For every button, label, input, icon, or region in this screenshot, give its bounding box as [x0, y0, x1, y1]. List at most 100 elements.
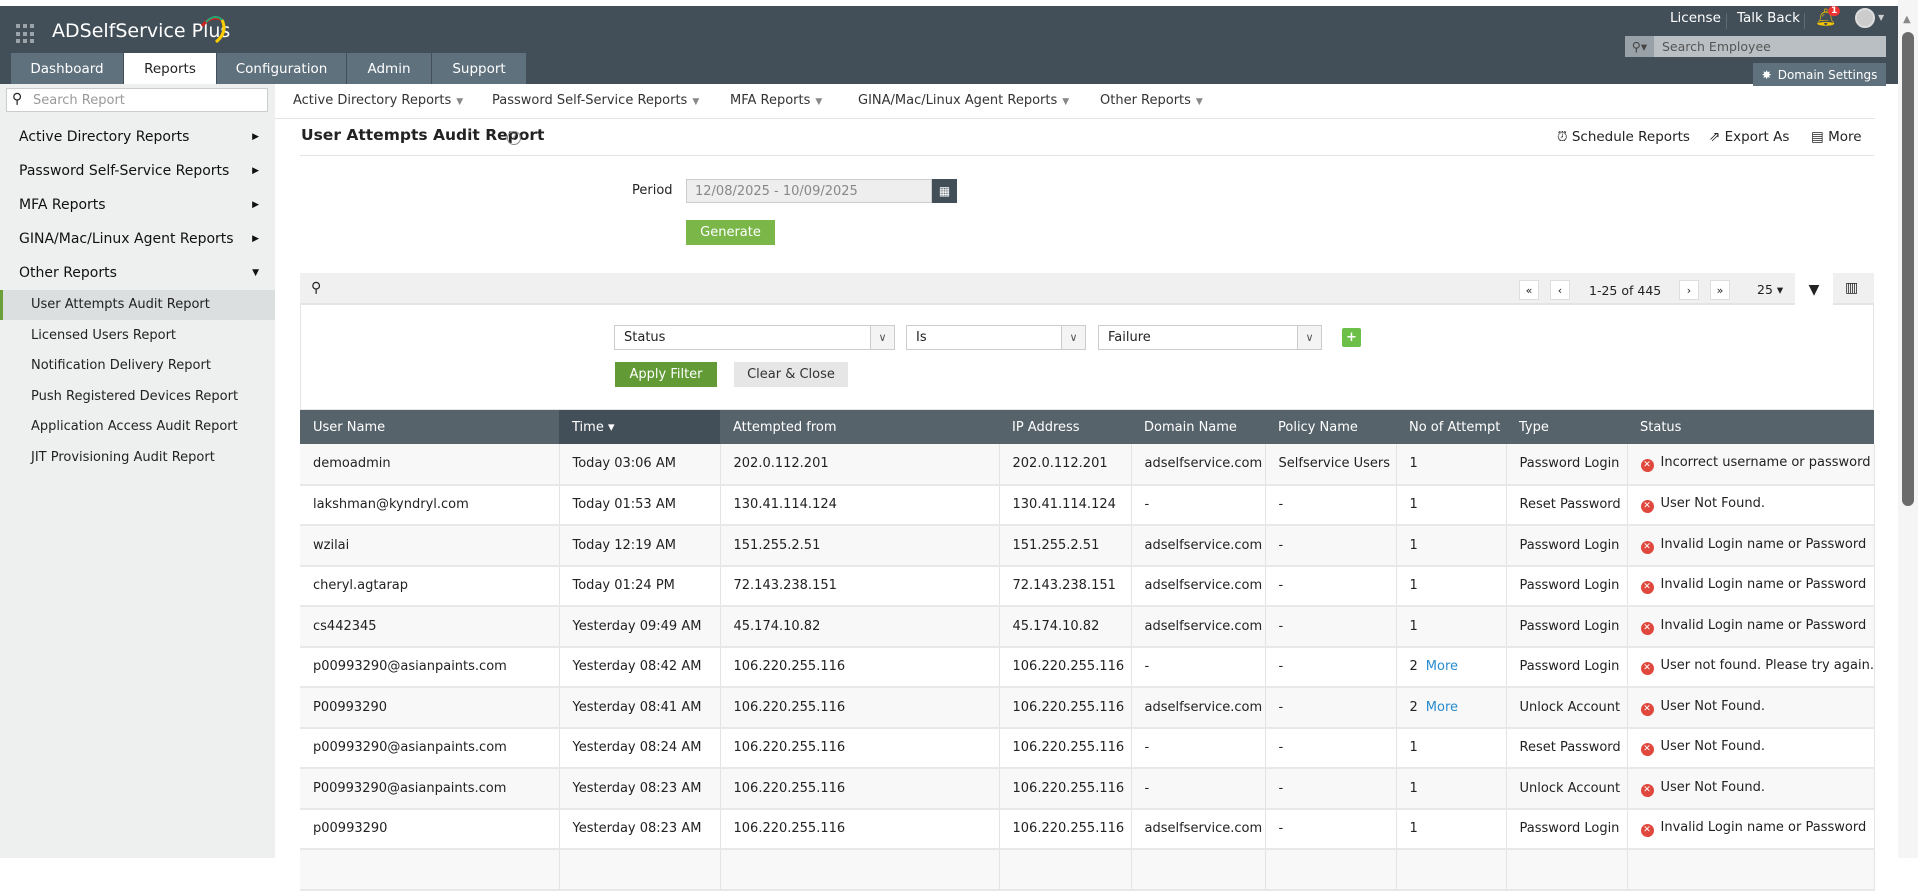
period-input[interactable]: 12/08/2025 - 10/09/2025	[686, 179, 932, 203]
error-icon: ✕	[1640, 783, 1654, 797]
calendar-icon[interactable]: ▦	[932, 179, 957, 203]
sidebar-item-mfa-reports[interactable]: MFA Reports ▶	[19, 197, 259, 213]
tab-support[interactable]: Support	[432, 53, 527, 84]
column-header[interactable]: No of Attempt	[1396, 410, 1506, 444]
user-avatar-icon[interactable]	[1855, 8, 1875, 28]
table-cell	[300, 849, 560, 891]
table-cell	[720, 849, 1000, 891]
app-grid-icon[interactable]	[16, 24, 36, 44]
table-cell: ✕ User Not Found.	[1627, 727, 1875, 769]
error-icon: ✕	[1640, 500, 1654, 514]
tab-reports[interactable]: Reports	[124, 53, 217, 84]
table-row[interactable]: p00993290@asianpaints.com Yesterday 08:42…	[300, 646, 1875, 688]
scrollbar-thumb[interactable]	[1902, 32, 1914, 506]
column-header[interactable]: User Name	[300, 410, 559, 444]
filter-icon[interactable]: ▼	[1795, 273, 1833, 306]
clear-close-button[interactable]: Clear & Close	[734, 362, 848, 387]
topnav-active-directory-reports[interactable]: Active Directory Reports ▼	[293, 93, 463, 108]
topnav-gina-reports[interactable]: GINA/Mac/Linux Agent Reports ▼	[858, 93, 1069, 108]
sidebar-item-user-attempts-audit-report[interactable]: User Attempts Audit Report	[31, 297, 210, 312]
filter-value-select[interactable]: Failure ∨	[1098, 325, 1322, 350]
help-icon[interactable]: ?	[507, 131, 521, 145]
export-as-button[interactable]: ⇗ Export As	[1709, 129, 1789, 145]
sidebar-item-notification-delivery-report[interactable]: Notification Delivery Report	[31, 358, 211, 373]
license-link[interactable]: License	[1670, 10, 1721, 26]
table-search-icon[interactable]: ⚲	[311, 280, 321, 296]
sidebar-item-push-registered-devices-report[interactable]: Push Registered Devices Report	[31, 389, 238, 404]
error-icon: ✕	[1640, 702, 1654, 716]
domain-settings-button[interactable]: ✸ Domain Settings	[1753, 63, 1886, 86]
column-header[interactable]: Attempted from	[720, 410, 999, 444]
sidebar-item-licensed-users-report[interactable]: Licensed Users Report	[31, 328, 176, 343]
column-header[interactable]: Type	[1506, 410, 1627, 444]
table-row[interactable]: lakshman@kyndryl.com Today 01:53 AM 130.41…	[300, 484, 1875, 526]
search-employee-input[interactable]: ⚲▾ Search Employee	[1625, 36, 1886, 57]
table-row[interactable]: p00993290 Yesterday 08:23 AM 106.220.255.1…	[300, 808, 1875, 850]
column-settings-icon[interactable]: ▥	[1845, 280, 1858, 296]
sidebar-item-active-directory-reports[interactable]: Active Directory Reports ▶	[19, 129, 259, 145]
topnav-other-reports[interactable]: Other Reports ▼	[1100, 93, 1203, 108]
table-cell: Yesterday 08:23 AM	[559, 808, 721, 850]
apply-filter-button[interactable]: Apply Filter	[615, 362, 717, 387]
table-cell: 151.255.2.51	[999, 525, 1132, 567]
table-cell: p00993290@asianpaints.com	[300, 727, 560, 769]
sidebar-item-application-access-audit-report[interactable]: Application Access Audit Report	[31, 419, 238, 434]
last-page-button[interactable]: »	[1710, 280, 1730, 300]
filter-operator-select[interactable]: Is ∨	[906, 325, 1086, 350]
talk-back-link[interactable]: Talk Back	[1737, 10, 1800, 26]
search-icon[interactable]: ⚲▾	[1625, 36, 1654, 57]
table-cell: -	[1265, 687, 1397, 729]
schedule-reports-button[interactable]: ⏰︎ Schedule Reports	[1557, 129, 1690, 145]
add-filter-button[interactable]: +	[1342, 328, 1361, 347]
table-cell: Password Login	[1506, 565, 1628, 607]
first-page-button[interactable]: «	[1519, 280, 1539, 300]
divider	[1726, 13, 1727, 29]
table-cell: Password Login	[1506, 525, 1628, 567]
column-header[interactable]: Policy Name	[1265, 410, 1396, 444]
column-header[interactable]: Status	[1627, 410, 1874, 444]
table-row[interactable]: cs442345 Yesterday 09:49 AM 45.174.10.82 45…	[300, 606, 1875, 648]
table-row[interactable]: p00993290@asianpaints.com Yesterday 08:24…	[300, 727, 1875, 769]
table-row[interactable]: cheryl.agtarap Today 01:24 PM 72.143.238.1…	[300, 565, 1875, 607]
search-report-input[interactable]: ⚲ Search Report	[6, 88, 268, 112]
more-link[interactable]: More	[1426, 659, 1458, 674]
more-button[interactable]: ▤ More	[1811, 129, 1862, 145]
table-cell: 106.220.255.116	[720, 646, 1000, 688]
table-cell: Yesterday 08:41 AM	[559, 687, 721, 729]
chevron-down-icon: ∨	[1297, 326, 1321, 349]
prev-page-button[interactable]: ‹	[1550, 280, 1570, 300]
table-row[interactable]: demoadmin Today 03:06 AM 202.0.112.201 202.…	[300, 444, 1875, 486]
tab-admin[interactable]: Admin	[347, 53, 432, 84]
table-cell: 1	[1396, 808, 1507, 850]
column-header[interactable]: Domain Name	[1131, 410, 1265, 444]
table-row[interactable]: P00993290 Yesterday 08:41 AM 106.220.255.1…	[300, 687, 1875, 729]
table-cell	[1396, 849, 1507, 891]
sidebar-item-other-reports[interactable]: Other Reports ▼	[19, 265, 259, 281]
topnav-mfa-reports[interactable]: MFA Reports ▼	[730, 93, 822, 108]
table-cell: 1	[1396, 525, 1507, 567]
table-row[interactable]: P00993290@asianpaints.com Yesterday 08:23…	[300, 768, 1875, 810]
next-page-button[interactable]: ›	[1679, 280, 1699, 300]
chevron-down-icon[interactable]: ▼	[1878, 13, 1884, 22]
scrollbar[interactable]: ▲	[1898, 0, 1918, 858]
topnav-password-self-service-reports[interactable]: Password Self-Service Reports ▼	[492, 93, 699, 108]
table-cell: 202.0.112.201	[720, 444, 1000, 486]
table-row[interactable]	[300, 849, 1875, 891]
table-cell	[559, 849, 721, 891]
page-size-select[interactable]: 25 ▾	[1757, 282, 1783, 297]
table-row[interactable]: wzilai Today 12:19 AM 151.255.2.51 151.255.…	[300, 525, 1875, 567]
tab-configuration[interactable]: Configuration	[217, 53, 347, 84]
more-link[interactable]: More	[1426, 700, 1458, 715]
column-header[interactable]: Time ▾	[559, 410, 720, 444]
scroll-up-icon[interactable]: ▲	[1903, 14, 1911, 25]
column-header[interactable]: IP Address	[999, 410, 1131, 444]
sidebar-item-password-self-service-reports[interactable]: Password Self-Service Reports ▶	[19, 163, 259, 179]
tab-dashboard[interactable]: Dashboard	[11, 53, 124, 84]
sidebar-item-jit-provisioning-audit-report[interactable]: JIT Provisioning Audit Report	[31, 450, 215, 465]
sidebar-item-gina-reports[interactable]: GINA/Mac/Linux Agent Reports ▶	[19, 231, 259, 247]
table-cell: 202.0.112.201	[999, 444, 1132, 486]
table-cell: -	[1265, 525, 1397, 567]
more-icon: ▤	[1811, 129, 1824, 145]
generate-button[interactable]: Generate	[686, 220, 775, 245]
filter-field-select[interactable]: Status ∨	[614, 325, 895, 350]
